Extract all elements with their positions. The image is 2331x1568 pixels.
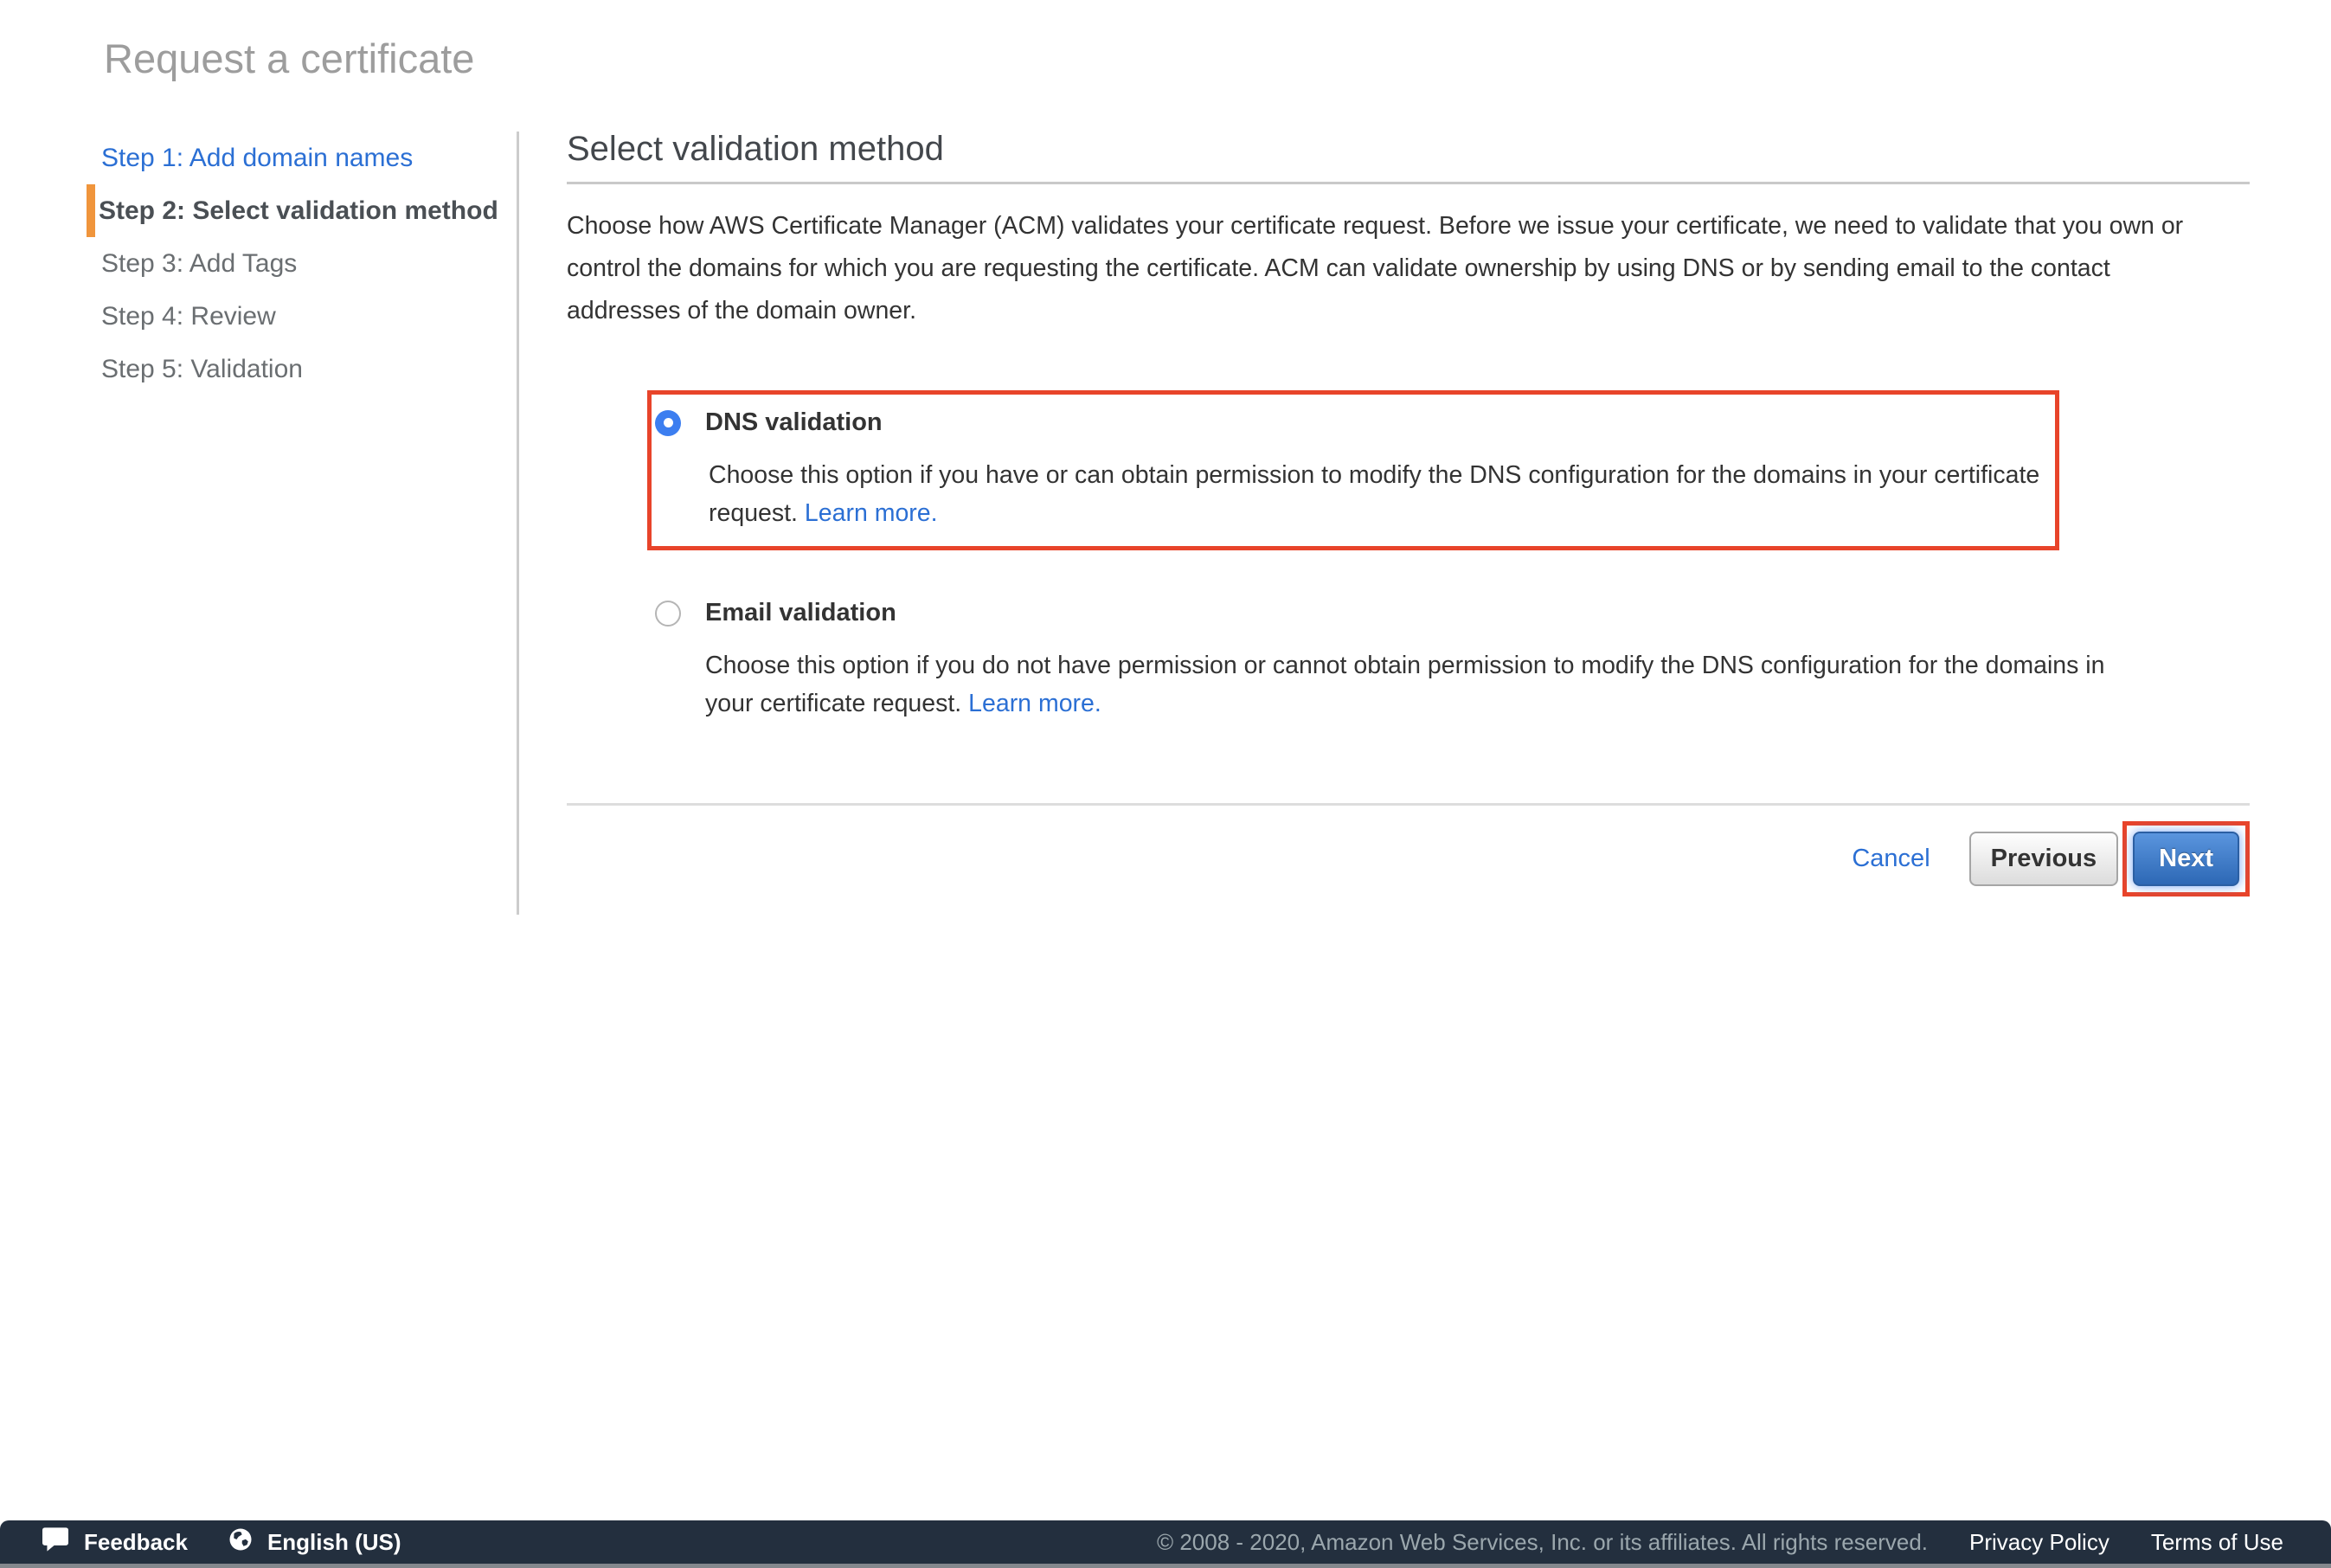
cancel-link[interactable]: Cancel (1852, 845, 1930, 873)
dns-validation-option-highlight-box: DNS validation Choose this option if you… (647, 390, 2059, 550)
email-validation-description: Choose this option if you do not have pe… (705, 646, 2124, 723)
dns-validation-radio[interactable] (655, 410, 681, 436)
email-validation-description-text: Choose this option if you do not have pe… (705, 652, 2104, 717)
feedback-button[interactable]: Feedback (41, 1526, 188, 1558)
email-learn-more-link[interactable]: Learn more. (968, 690, 1101, 717)
validation-intro-text: Choose how AWS Certificate Manager (ACM)… (567, 205, 2202, 332)
copyright-text: © 2008 - 2020, Amazon Web Services, Inc.… (1157, 1529, 1928, 1556)
privacy-policy-link[interactable]: Privacy Policy (1969, 1529, 2109, 1556)
heading-divider (567, 182, 2250, 184)
dns-learn-more-link[interactable]: Learn more. (805, 499, 938, 527)
dns-validation-option[interactable]: DNS validation (655, 408, 2038, 437)
email-validation-option[interactable]: Email validation (655, 599, 2250, 627)
dns-validation-description: Choose this option if you have or can ob… (709, 456, 2058, 532)
next-button[interactable]: Next (2133, 832, 2239, 886)
wizard-steps-sidebar: Step 1: Add domain names Step 2: Select … (0, 132, 519, 915)
email-validation-option-block: Email validation Choose this option if y… (655, 599, 2250, 723)
main-content: Select validation method Choose how AWS … (567, 130, 2250, 896)
previous-button[interactable]: Previous (1969, 832, 2119, 886)
language-selector[interactable]: English (US) (228, 1526, 401, 1558)
sidebar-step-3-add-tags: Step 3: Add Tags (87, 237, 517, 290)
feedback-speech-bubble-icon (41, 1526, 70, 1558)
feedback-label: Feedback (84, 1529, 188, 1556)
sidebar-step-1-add-domain-names[interactable]: Step 1: Add domain names (87, 132, 517, 184)
terms-of-use-link[interactable]: Terms of Use (2151, 1529, 2283, 1556)
wizard-steps-list: Step 1: Add domain names Step 2: Select … (0, 132, 517, 395)
globe-icon (228, 1526, 254, 1558)
acm-request-certificate-page: Request a certificate Step 1: Add domain… (0, 0, 2331, 1568)
sidebar-step-5-validation: Step 5: Validation (87, 343, 517, 395)
next-button-highlight-box: Next (2122, 821, 2250, 896)
wizard-footer-actions: Cancel Previous Next (567, 821, 2250, 896)
console-footer-bar: Feedback English (US) © 2008 - 2020, Ama… (0, 1520, 2331, 1564)
email-validation-label[interactable]: Email validation (705, 599, 896, 627)
language-label: English (US) (267, 1529, 401, 1556)
page-title: Request a certificate (104, 36, 474, 81)
footer-divider (567, 803, 2250, 806)
sidebar-step-4-review: Step 4: Review (87, 290, 517, 343)
dns-validation-label[interactable]: DNS validation (705, 408, 883, 437)
section-heading: Select validation method (567, 130, 2250, 168)
sidebar-step-2-select-validation-method: Step 2: Select validation method (87, 184, 517, 237)
screen-bottom-edge (0, 1564, 2331, 1568)
email-validation-radio[interactable] (655, 601, 681, 627)
